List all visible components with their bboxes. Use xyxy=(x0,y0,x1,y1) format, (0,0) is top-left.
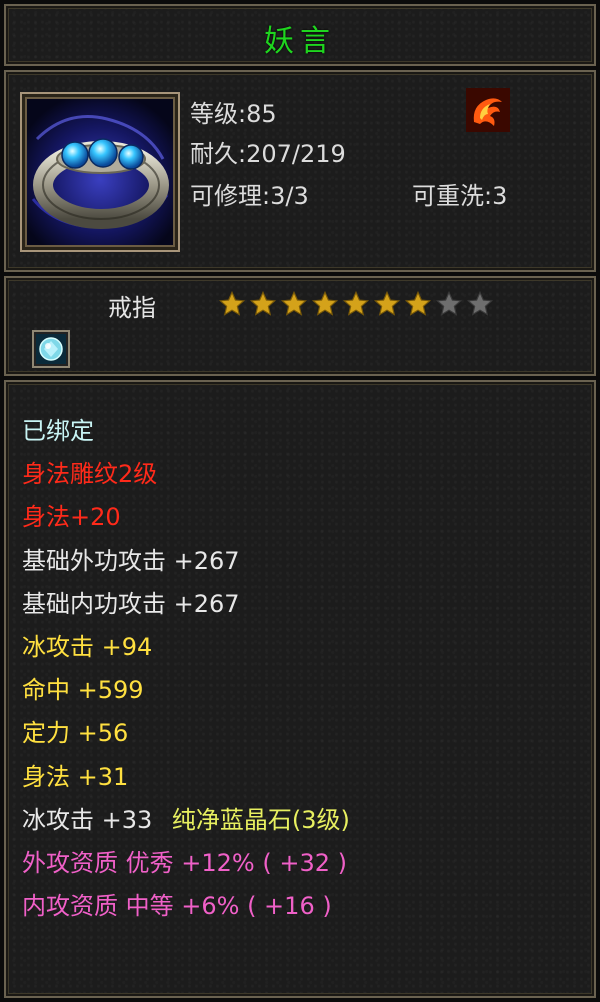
item-name: 妖言 xyxy=(264,24,336,59)
gem-bonus-value: 冰攻击 +33 xyxy=(22,805,153,834)
star-filled-icon xyxy=(218,290,246,316)
base-inner-attack: 基础内功攻击 +267 xyxy=(22,589,240,618)
item-rewash: 可重洗:3 xyxy=(412,182,508,210)
engrave-level: 身法雕纹2级 xyxy=(22,460,158,489)
ring-with-blue-gems-icon xyxy=(27,99,173,245)
engrave-bonus: 身法+20 xyxy=(22,503,121,532)
item-durability: 耐久:207/219 xyxy=(190,140,346,168)
base-outer-attack: 基础外功攻击 +267 xyxy=(22,546,240,575)
item-type: 戒指 xyxy=(108,294,156,322)
inner-attack-quality: 内攻资质 中等 +6% ( +16 ) xyxy=(22,892,332,921)
item-icon-frame[interactable] xyxy=(20,92,180,252)
agility-stat: 身法 +31 xyxy=(22,762,129,791)
hit-rating: 命中 +599 xyxy=(22,676,144,705)
star-filled-icon xyxy=(342,290,370,316)
ice-attack: 冰攻击 +94 xyxy=(22,632,153,661)
star-filled-icon xyxy=(280,290,308,316)
star-filled-icon xyxy=(404,290,432,316)
item-attributes-panel: 已绑定 身法雕纹2级 身法+20 基础外功攻击 +267 基础内功攻击 +267… xyxy=(4,380,596,998)
item-type-panel: 戒指 xyxy=(4,276,596,376)
star-empty-icon xyxy=(466,290,494,316)
fire-swirl-icon xyxy=(466,88,510,132)
star-empty-icon xyxy=(435,290,463,316)
title-bar: 妖言 xyxy=(4,4,596,66)
bound-status: 已绑定 xyxy=(22,417,94,445)
star-filled-icon xyxy=(373,290,401,316)
gem-bonus-name: 纯净蓝晶石(3级) xyxy=(171,805,350,834)
gem-bonus-line: 冰攻击 +33 纯净蓝晶石(3级) xyxy=(22,799,350,842)
outer-attack-quality: 外攻资质 优秀 +12% ( +32 ) xyxy=(22,848,347,877)
item-info-panel: 等级:85 耐久:207/219 可修理:3/3 可重洗:3 xyxy=(4,70,596,272)
focus-stat: 定力 +56 xyxy=(22,719,129,748)
gem-socket[interactable] xyxy=(32,330,70,368)
item-repairable: 可修理:3/3 xyxy=(190,182,309,210)
item-level: 等级:85 xyxy=(190,100,277,128)
star-filled-icon xyxy=(249,290,277,316)
star-rating xyxy=(218,290,494,318)
star-filled-icon xyxy=(311,290,339,316)
blue-crystal-gem-icon xyxy=(36,334,66,364)
